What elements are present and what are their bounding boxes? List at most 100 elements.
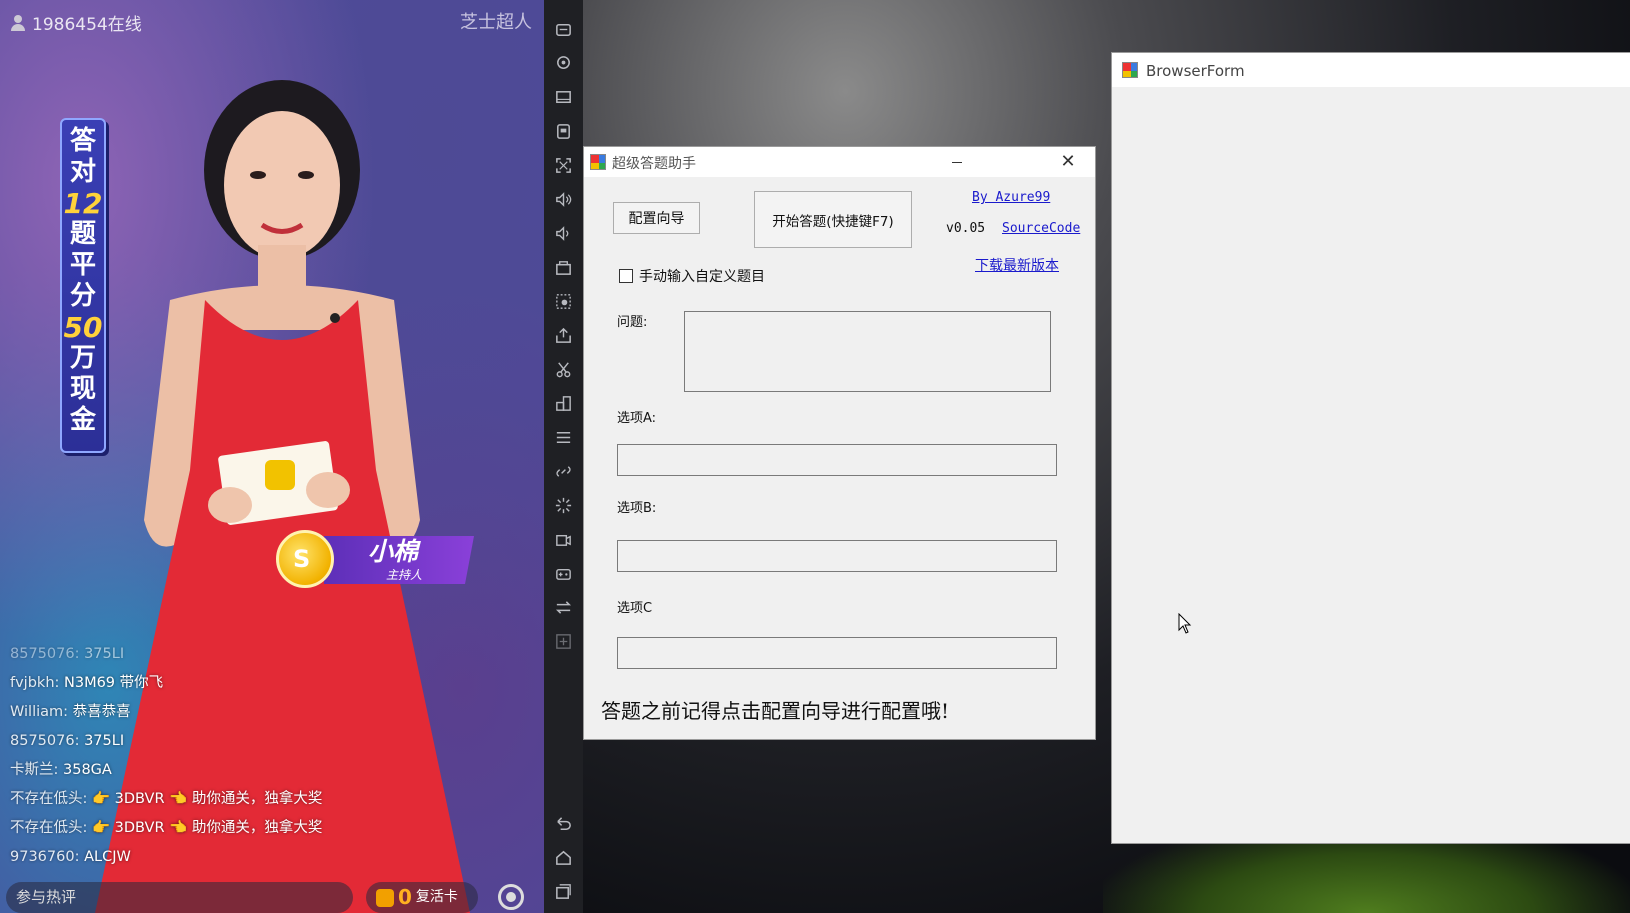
promo-char: 万 <box>69 343 96 373</box>
emulator-toolbar <box>544 0 583 913</box>
apk-install-icon[interactable] <box>554 326 573 345</box>
promo-char: 金 <box>69 405 96 435</box>
revive-count: 0 <box>398 885 412 909</box>
phone-icon[interactable] <box>554 122 573 141</box>
scissors-icon[interactable] <box>554 360 573 379</box>
chat-message: 卡斯兰: 358GA <box>10 756 530 785</box>
chat-text: 358GA <box>63 762 112 778</box>
promo-number: 12 <box>63 187 103 220</box>
screen-icon[interactable] <box>554 88 573 107</box>
chat-text: 👉 3DBVR 👈 助你通关，独拿大奖 <box>92 820 323 836</box>
add-icon[interactable] <box>554 632 573 651</box>
option-b-label: 选项B: <box>617 501 657 516</box>
option-c-field[interactable] <box>617 637 1057 669</box>
volume-up-icon[interactable] <box>554 190 573 209</box>
app-window-icon <box>590 154 606 170</box>
browser-title: BrowserForm <box>1146 62 1245 80</box>
chat-message: fvjbkh: N3M69 带你飞 <box>10 669 530 698</box>
promo-number: 50 <box>63 311 103 344</box>
window-title: 超级答题助手 <box>612 156 696 172</box>
question-label: 问题: <box>617 315 648 330</box>
chat-user: 不存在低头: <box>10 820 88 836</box>
chat-text: 375LI <box>84 646 125 662</box>
record-icon[interactable] <box>498 884 524 910</box>
back-icon[interactable] <box>554 814 573 833</box>
chat-user: fvjbkh: <box>10 675 60 691</box>
chat-text: 恭喜恭喜 <box>72 704 131 720</box>
config-wizard-button[interactable]: 配置向导 <box>613 202 700 234</box>
host-role: 主持人 <box>386 568 423 582</box>
volume-down-icon[interactable] <box>554 224 573 243</box>
location-icon[interactable] <box>554 54 573 73</box>
chat-user: 8575076: <box>10 733 80 749</box>
recent-apps-icon[interactable] <box>554 882 573 901</box>
chat-message: 不存在低头: 👉 3DBVR 👈 助你通关，独拿大奖 <box>10 785 530 814</box>
shake-icon[interactable] <box>554 496 573 515</box>
promo-char: 对 <box>69 157 96 187</box>
chat-list: 8575076: 375LI fvjbkh: N3M69 带你飞 William… <box>10 640 530 872</box>
promo-char: 题 <box>69 219 96 249</box>
chat-text: ALCJW <box>84 849 131 865</box>
stream-bottom-bar: 参与热评 0 复活卡 <box>0 878 544 913</box>
chat-text: N3M69 带你飞 <box>64 675 164 691</box>
close-button[interactable]: ✕ <box>1045 147 1091 177</box>
start-answer-button[interactable]: 开始答题(快捷键F7) <box>754 191 912 248</box>
chat-text: 👉 3DBVR 👈 助你通关，独拿大奖 <box>92 791 323 807</box>
live-stream-panel: 1986454在线 芝士超人 答 对 12 题 平 分 50 万 现 金 S 小… <box>0 0 544 913</box>
custom-question-checkbox[interactable] <box>619 269 633 283</box>
promo-char: 分 <box>69 281 96 311</box>
host-name: 小棉 <box>368 537 419 566</box>
option-a-field[interactable] <box>617 444 1057 476</box>
chat-message: 不存在低头: 👉 3DBVR 👈 助你通关，独拿大奖 <box>10 814 530 843</box>
chat-user: 卡斯兰: <box>10 762 59 778</box>
source-code-link[interactable]: SourceCode <box>1002 221 1080 236</box>
question-field[interactable] <box>684 311 1051 392</box>
window-titlebar[interactable]: 超级答题助手 ✕ <box>584 147 1095 177</box>
host-nameplate: S 小棉 主持人 <box>276 530 476 588</box>
keyboard-icon[interactable] <box>554 20 573 39</box>
option-c-label: 选项C <box>617 601 653 616</box>
revive-card-button[interactable]: 0 复活卡 <box>366 882 478 913</box>
menu-icon[interactable] <box>554 428 573 447</box>
custom-question-label: 手动输入自定义题目 <box>639 269 765 285</box>
multi-window-icon[interactable] <box>554 394 573 413</box>
minimize-button[interactable] <box>934 147 980 177</box>
gamepad-icon[interactable] <box>554 564 573 583</box>
brand-badge-icon: S <box>276 530 334 588</box>
answer-helper-window: 超级答题助手 ✕ 配置向导 开始答题(快捷键F7) By Azure99 v0.… <box>583 146 1096 740</box>
chat-user: 不存在低头: <box>10 791 88 807</box>
chat-text: 375LI <box>84 733 125 749</box>
chat-message: 8575076: 375LI <box>10 640 530 669</box>
chat-message: 8575076: 375LI <box>10 727 530 756</box>
mouse-cursor-icon <box>1178 613 1192 634</box>
revive-label: 复活卡 <box>415 889 458 905</box>
chat-message: William: 恭喜恭喜 <box>10 698 530 727</box>
download-latest-link[interactable]: 下载最新版本 <box>975 255 1059 275</box>
comment-input[interactable]: 参与热评 <box>6 882 353 913</box>
toolbox-icon[interactable] <box>554 258 573 277</box>
promo-char: 平 <box>69 250 96 280</box>
version-label: v0.05 <box>946 221 986 236</box>
promo-banner: 答 对 12 题 平 分 50 万 现 金 <box>60 118 106 453</box>
app-window-icon <box>1122 62 1138 78</box>
sync-icon[interactable] <box>554 598 573 617</box>
viewer-count: 1986454在线 <box>10 10 142 35</box>
promo-char: 答 <box>69 126 96 156</box>
promo-char: 现 <box>69 374 96 404</box>
macro-icon[interactable] <box>554 292 573 311</box>
browser-form-window: BrowserForm <box>1111 52 1630 844</box>
chat-user: 9736760: <box>10 849 80 865</box>
fullscreen-icon[interactable] <box>554 156 573 175</box>
option-a-label: 选项A: <box>617 411 657 426</box>
revive-card-icon <box>376 888 394 907</box>
custom-question-row[interactable]: 手动输入自定义题目 <box>619 266 765 286</box>
record-video-icon[interactable] <box>554 530 573 549</box>
option-b-field[interactable] <box>617 540 1057 572</box>
browser-titlebar[interactable]: BrowserForm <box>1112 53 1630 87</box>
person-icon <box>10 14 26 31</box>
author-link[interactable]: By Azure99 <box>972 190 1050 205</box>
chat-user: 8575076: <box>10 646 80 662</box>
link-icon[interactable] <box>554 462 573 481</box>
home-icon[interactable] <box>554 848 573 867</box>
viewer-count-text: 1986454在线 <box>32 15 142 35</box>
